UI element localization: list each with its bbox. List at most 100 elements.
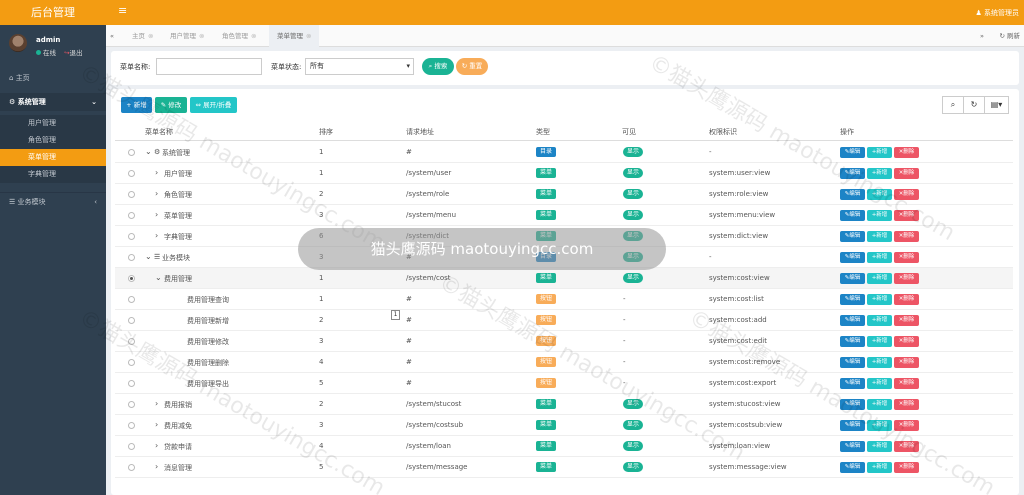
reset-button[interactable]: ↻ 重置 xyxy=(456,58,488,75)
row-delete-button[interactable]: ✕删除 xyxy=(894,210,919,221)
tab-menus[interactable]: 菜单管理 ⊗ xyxy=(269,25,320,47)
row-add-button[interactable]: +新增 xyxy=(867,315,892,326)
sidebar-item-business[interactable]: ☰ 业务模块 ‹ xyxy=(0,192,106,210)
row-edit-button[interactable]: ✎编辑 xyxy=(840,273,865,284)
row-edit-button[interactable]: ✎编辑 xyxy=(840,294,865,305)
row-delete-button[interactable]: ✕删除 xyxy=(894,357,919,368)
row-add-button[interactable]: +新增 xyxy=(867,462,892,473)
row-add-button[interactable]: +新增 xyxy=(867,189,892,200)
row-add-button[interactable]: +新增 xyxy=(867,441,892,452)
row-radio[interactable] xyxy=(128,275,135,282)
chevron-right-icon[interactable]: › xyxy=(155,420,158,429)
tab-scroll-left-icon[interactable]: « xyxy=(110,25,122,47)
sidebar-item-system[interactable]: ⚙ 系统管理 ⌄ xyxy=(0,93,106,111)
chevron-down-icon[interactable]: ⌄ xyxy=(145,147,152,156)
sidebar-item-home[interactable]: ⌂ 主页 xyxy=(0,70,106,86)
table-row[interactable]: 费用管理导出 5 # 按钮 - system:cost:export ✎编辑 +新增 ✕删除 xyxy=(115,373,1013,394)
table-row[interactable]: › 用户管理 1/system/user 菜单 显示 system:user:view ✎编… xyxy=(115,163,1013,184)
avatar[interactable] xyxy=(9,34,27,52)
row-add-button[interactable]: +新增 xyxy=(867,147,892,158)
row-delete-button[interactable]: ✕删除 xyxy=(894,294,919,305)
row-radio[interactable] xyxy=(128,443,135,450)
table-row[interactable]: › 费用报销 2/system/stucost 菜单 显示 system:stucost:… xyxy=(115,394,1013,415)
row-edit-button[interactable]: ✎编辑 xyxy=(840,378,865,389)
close-icon[interactable]: ⊗ xyxy=(306,32,311,40)
row-add-button[interactable]: +新增 xyxy=(867,168,892,179)
row-radio[interactable] xyxy=(128,149,135,156)
chevron-down-icon[interactable]: ⌄ xyxy=(155,273,162,282)
row-edit-button[interactable]: ✎编辑 xyxy=(840,147,865,158)
row-delete-button[interactable]: ✕删除 xyxy=(894,378,919,389)
row-radio[interactable] xyxy=(128,338,135,345)
search-toggle-button[interactable]: ⌕ xyxy=(942,96,964,114)
table-row[interactable]: 费用管理查询 1 # 按钮 - system:cost:list ✎编辑 +新增 ✕删除 xyxy=(115,289,1013,310)
chevron-right-icon[interactable]: › xyxy=(155,168,158,177)
tab-scroll-right-icon[interactable]: » xyxy=(980,25,984,47)
table-row[interactable]: › 费用减免 3/system/costsub 菜单 显示 system:costsub:… xyxy=(115,415,1013,436)
row-delete-button[interactable]: ✕删除 xyxy=(894,420,919,431)
close-icon[interactable]: ⊗ xyxy=(251,32,256,40)
tab-users[interactable]: 用户管理 ⊗ xyxy=(164,25,210,47)
row-edit-button[interactable]: ✎编辑 xyxy=(840,420,865,431)
search-button[interactable]: ⌕ 搜索 xyxy=(422,58,454,75)
row-edit-button[interactable]: ✎编辑 xyxy=(840,399,865,410)
row-delete-button[interactable]: ✕删除 xyxy=(894,336,919,347)
row-delete-button[interactable]: ✕删除 xyxy=(894,399,919,410)
row-edit-button[interactable]: ✎编辑 xyxy=(840,441,865,452)
row-radio[interactable] xyxy=(128,212,135,219)
close-icon[interactable]: ⊗ xyxy=(199,32,204,40)
row-delete-button[interactable]: ✕删除 xyxy=(894,462,919,473)
columns-toggle-button[interactable]: ▤▾ xyxy=(984,96,1009,114)
chevron-right-icon[interactable]: › xyxy=(155,189,158,198)
row-delete-button[interactable]: ✕删除 xyxy=(894,252,919,263)
expand-collapse-button[interactable]: ⇔ 展开/折叠 xyxy=(190,97,237,113)
row-add-button[interactable]: +新增 xyxy=(867,252,892,263)
add-button[interactable]: + 新增 xyxy=(121,97,152,113)
table-row[interactable]: › 贷款申请 4/system/loan 菜单 显示 system:loan:view ✎编… xyxy=(115,436,1013,457)
chevron-right-icon[interactable]: › xyxy=(155,210,158,219)
row-add-button[interactable]: +新增 xyxy=(867,273,892,284)
row-delete-button[interactable]: ✕删除 xyxy=(894,147,919,158)
row-edit-button[interactable]: ✎编辑 xyxy=(840,462,865,473)
chevron-right-icon[interactable]: › xyxy=(155,462,158,471)
table-row[interactable]: 费用管理修改 3 # 按钮 - system:cost:edit ✎编辑 +新增 ✕删除 xyxy=(115,331,1013,352)
refresh-button[interactable]: ↻ 刷新 xyxy=(999,25,1020,47)
row-add-button[interactable]: +新增 xyxy=(867,231,892,242)
menu-status-select[interactable]: 所有 ▾ xyxy=(305,58,414,75)
current-user[interactable]: ♟ 系统管理员 xyxy=(975,8,1019,18)
row-radio[interactable] xyxy=(128,317,135,324)
row-delete-button[interactable]: ✕删除 xyxy=(894,441,919,452)
chevron-down-icon[interactable]: ⌄ xyxy=(145,252,152,261)
row-add-button[interactable]: +新增 xyxy=(867,294,892,305)
row-delete-button[interactable]: ✕删除 xyxy=(894,315,919,326)
row-edit-button[interactable]: ✎编辑 xyxy=(840,168,865,179)
row-edit-button[interactable]: ✎编辑 xyxy=(840,357,865,368)
row-delete-button[interactable]: ✕删除 xyxy=(894,189,919,200)
row-edit-button[interactable]: ✎编辑 xyxy=(840,315,865,326)
refresh-table-button[interactable]: ↻ xyxy=(963,96,985,114)
row-delete-button[interactable]: ✕删除 xyxy=(894,168,919,179)
row-add-button[interactable]: +新增 xyxy=(867,378,892,389)
row-edit-button[interactable]: ✎编辑 xyxy=(840,210,865,221)
edit-button[interactable]: ✎ 修改 xyxy=(155,97,187,113)
table-row[interactable]: 费用管理新增 2 # 按钮 - system:cost:add ✎编辑 +新增 ✕删除 xyxy=(115,310,1013,331)
row-radio[interactable] xyxy=(128,254,135,261)
row-radio[interactable] xyxy=(128,191,135,198)
logout-link[interactable]: 退出 xyxy=(70,49,83,57)
chevron-right-icon[interactable]: › xyxy=(155,231,158,240)
table-row[interactable]: › 菜单管理 3/system/menu 菜单 显示 system:menu:view ✎编… xyxy=(115,205,1013,226)
row-edit-button[interactable]: ✎编辑 xyxy=(840,252,865,263)
chevron-right-icon[interactable]: › xyxy=(155,399,158,408)
row-edit-button[interactable]: ✎编辑 xyxy=(840,336,865,347)
row-add-button[interactable]: +新增 xyxy=(867,399,892,410)
row-radio[interactable] xyxy=(128,401,135,408)
tab-home[interactable]: 主页 ⊗ xyxy=(126,25,159,47)
row-radio[interactable] xyxy=(128,233,135,240)
table-row[interactable]: › 消息管理 5/system/message 菜单 显示 system:message:… xyxy=(115,457,1013,478)
menu-toggle-icon[interactable]: ≡ xyxy=(118,4,127,17)
tab-roles[interactable]: 角色管理 ⊗ xyxy=(216,25,262,47)
row-add-button[interactable]: +新增 xyxy=(867,420,892,431)
sidebar-item-dict[interactable]: 字典管理 xyxy=(0,166,106,183)
chevron-right-icon[interactable]: › xyxy=(155,441,158,450)
sidebar-item-menus[interactable]: 菜单管理 xyxy=(0,149,106,166)
